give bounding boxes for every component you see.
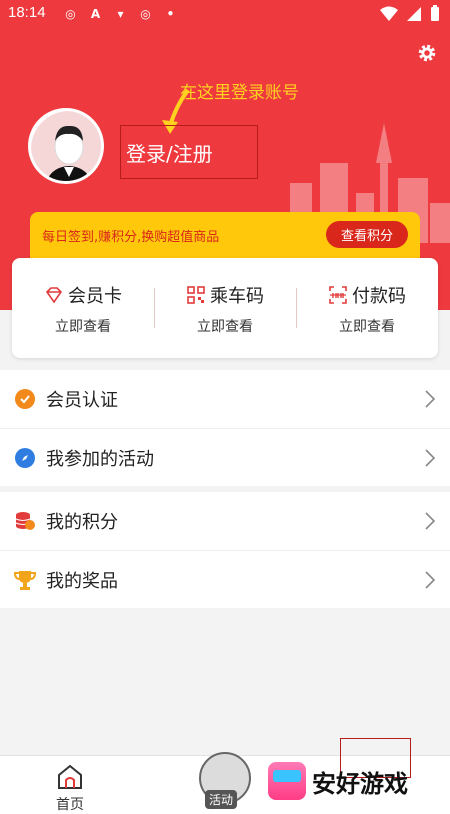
card-subtitle: 立即查看 bbox=[55, 319, 111, 335]
menu-item-label: 我的奖品 bbox=[46, 570, 118, 592]
menu-item-member-verification[interactable]: 会员认证 bbox=[0, 370, 450, 428]
chevron-right-icon bbox=[425, 512, 436, 530]
menu-item-label: 我参加的活动 bbox=[46, 448, 154, 470]
settings-gear-icon[interactable] bbox=[416, 42, 438, 64]
coins-icon bbox=[15, 512, 35, 530]
card-subtitle: 立即查看 bbox=[339, 319, 395, 335]
dot-icon: • bbox=[166, 6, 175, 21]
notification-app-icon: ◎ bbox=[65, 6, 76, 21]
diamond-icon bbox=[45, 287, 63, 304]
menu-group-2: 我的积分 我的奖品 bbox=[0, 492, 450, 608]
status-right bbox=[380, 5, 440, 22]
avatar[interactable] bbox=[28, 108, 104, 184]
menu-item-label: 会员认证 bbox=[46, 390, 118, 411]
chevron-right-icon bbox=[425, 571, 436, 589]
nav-activity-tab[interactable]: 活动 bbox=[199, 752, 251, 809]
qr-code-icon bbox=[187, 286, 205, 304]
status-bar: 18:14 ◎ A ▾ ◎ • bbox=[0, 0, 450, 28]
notification-app-icon: ◎ bbox=[140, 6, 151, 21]
gamepad-logo-icon bbox=[268, 762, 306, 800]
verified-icon bbox=[15, 389, 35, 409]
default-user-avatar-icon bbox=[31, 111, 101, 181]
menu-item-my-prizes[interactable]: 我的奖品 bbox=[0, 550, 450, 608]
bottom-navigation: 首页 活动 安好游戏 bbox=[0, 738, 450, 814]
card-title: 付款码 bbox=[352, 286, 406, 307]
checkin-banner[interactable]: 每日签到,赚积分,换购超值商品 查看积分 bbox=[30, 212, 420, 258]
battery-icon bbox=[431, 5, 439, 21]
menu-group-1: 会员认证 我参加的活动 bbox=[0, 370, 450, 486]
nav-home-tab[interactable]: 首页 bbox=[50, 762, 90, 814]
status-time: 18:14 bbox=[8, 4, 46, 21]
shield-icon: ▾ bbox=[117, 6, 124, 21]
trophy-icon bbox=[14, 570, 36, 590]
compass-icon bbox=[15, 447, 35, 468]
menu-item-my-activities[interactable]: 我参加的活动 bbox=[0, 428, 450, 486]
home-icon bbox=[58, 764, 82, 789]
signal-icon bbox=[407, 6, 421, 21]
watermark-text: 安好游戏 bbox=[312, 769, 408, 798]
card-title: 乘车码 bbox=[210, 286, 264, 307]
chevron-right-icon bbox=[425, 449, 436, 467]
card-title: 会员卡 bbox=[68, 286, 122, 307]
barcode-icon bbox=[329, 286, 347, 304]
chevron-right-icon bbox=[425, 390, 436, 408]
ride-code-tile[interactable]: 乘车码 立即查看 bbox=[154, 258, 296, 358]
login-register-link[interactable]: 登录/注册 bbox=[126, 138, 213, 167]
member-card-tile[interactable]: 会员卡 立即查看 bbox=[12, 258, 154, 358]
menu-item-my-points[interactable]: 我的积分 bbox=[0, 492, 450, 550]
checkin-text: 每日签到,赚积分,换购超值商品 bbox=[42, 230, 220, 245]
notification-icons: ◎ A ▾ ◎ • bbox=[62, 5, 179, 22]
payment-code-tile[interactable]: 付款码 立即查看 bbox=[296, 258, 438, 358]
wifi-icon bbox=[380, 6, 398, 21]
quick-cards: 会员卡 立即查看 乘车码 立即查看 付款码 立即查看 bbox=[12, 258, 438, 358]
view-points-button[interactable]: 查看积分 bbox=[326, 221, 408, 248]
nav-activity-label: 活动 bbox=[205, 790, 238, 809]
menu-item-label: 我的积分 bbox=[46, 512, 118, 533]
watermark: 安好游戏 bbox=[268, 762, 408, 800]
notification-app-icon: A bbox=[90, 6, 101, 21]
nav-home-label: 首页 bbox=[56, 797, 84, 813]
card-subtitle: 立即查看 bbox=[197, 319, 253, 335]
